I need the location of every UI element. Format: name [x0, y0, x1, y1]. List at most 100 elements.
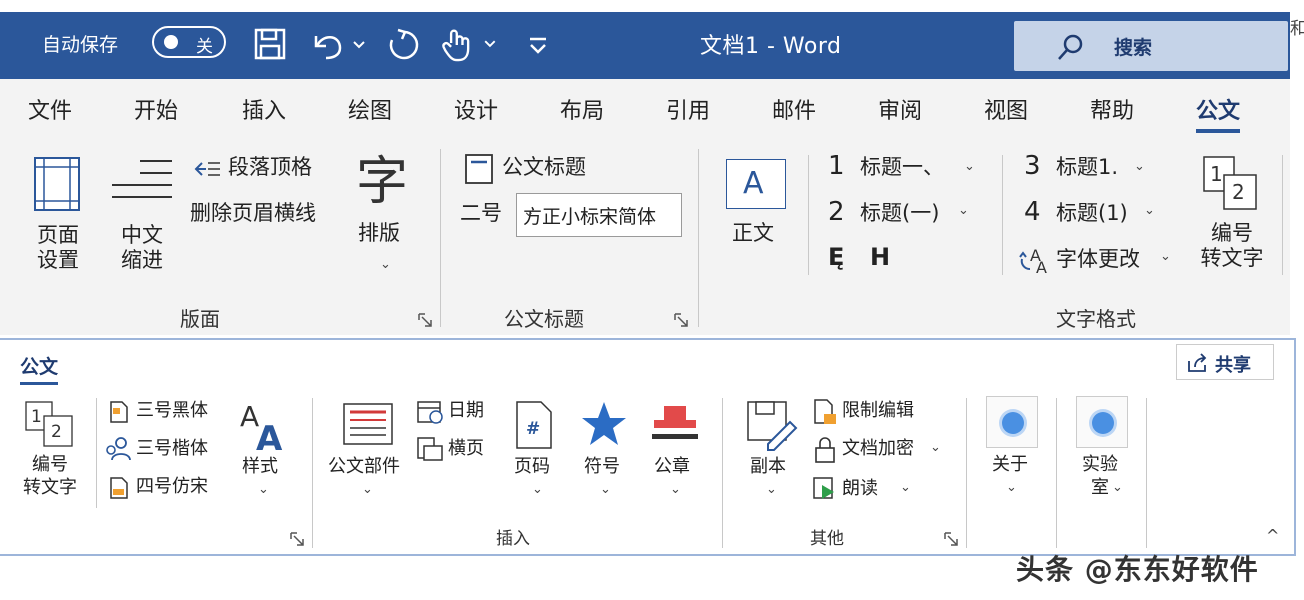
read-aloud-button[interactable]: 朗读 [842, 478, 878, 501]
group-separator [698, 149, 699, 327]
page-setup-icon[interactable] [32, 155, 82, 213]
font-change-dropdown-icon[interactable]: ⌄ [1160, 249, 1171, 264]
document-icon [110, 401, 128, 423]
typeset-icon[interactable]: 字 [356, 151, 408, 213]
about-button[interactable]: 关于 [992, 454, 1028, 477]
tab-layout[interactable]: 布局 [560, 93, 604, 125]
group-separator [312, 398, 313, 548]
number-to-text-button[interactable]: 编号 转文字 [1190, 221, 1274, 271]
doc-parts-icon[interactable] [342, 402, 394, 446]
read-aloud-dropdown-icon[interactable]: ⌄ [900, 480, 911, 495]
undo-icon[interactable] [310, 26, 366, 62]
tab-gongwen-secondary[interactable]: 公文 [20, 352, 59, 385]
heading4-dropdown-icon[interactable]: ⌄ [1144, 203, 1155, 218]
search-box[interactable]: 搜索 [1014, 21, 1288, 71]
seal-icon[interactable] [650, 402, 700, 446]
page-setup-label-1: 页面 [37, 223, 79, 247]
save-icon[interactable] [252, 26, 288, 62]
paragraph-top-button[interactable]: 段落顶格 [228, 155, 312, 180]
seal-button[interactable]: 公章 [654, 456, 690, 479]
title-font-select[interactable]: 方正小标宋简体 ⌄ [516, 193, 682, 237]
heading3-button[interactable]: 标题1. [1056, 155, 1118, 180]
lab-label-1: 实验 [1082, 454, 1118, 475]
touch-mode-icon[interactable] [440, 26, 502, 62]
about-icon[interactable] [986, 396, 1038, 448]
number-to-text-icon[interactable]: 1 2 [1202, 155, 1260, 213]
tab-draw[interactable]: 绘图 [348, 93, 392, 125]
symbol-dropdown-icon[interactable]: ⌄ [600, 482, 611, 497]
tab-mailings[interactable]: 邮件 [772, 93, 816, 125]
copy-document-icon[interactable] [744, 398, 798, 452]
font-fang-button[interactable]: 四号仿宋 [136, 476, 208, 499]
customize-qat-icon[interactable] [524, 26, 552, 62]
group-separator [808, 155, 809, 275]
title-launcher-icon[interactable] [674, 313, 688, 327]
copy-dropdown-icon[interactable]: ⌄ [766, 482, 777, 497]
tab-view[interactable]: 视图 [984, 93, 1028, 125]
heading2-dropdown-icon[interactable]: ⌄ [958, 203, 969, 218]
date-button[interactable]: 日期 [448, 400, 484, 423]
heading2-button[interactable]: 标题(一) [860, 201, 939, 226]
copy-button[interactable]: 副本 [750, 456, 786, 479]
landscape-button[interactable]: 横页 [448, 438, 484, 461]
typeset-button[interactable]: 排版 [358, 221, 400, 246]
typeset-dropdown-icon[interactable]: ⌄ [380, 257, 391, 272]
font-hei-button[interactable]: 三号黑体 [136, 400, 208, 423]
lab-dropdown-icon[interactable]: ⌄ [1112, 480, 1123, 495]
h-mark-button[interactable]: H [870, 243, 890, 272]
font-kai-button[interactable]: 三号楷体 [136, 438, 208, 461]
page-setup-button[interactable]: 页面 设置 [26, 223, 90, 273]
symbol-button[interactable]: 符号 [584, 456, 620, 479]
tab-review[interactable]: 审阅 [878, 93, 922, 125]
style-launcher-icon[interactable] [290, 532, 304, 546]
tab-references[interactable]: 引用 [666, 93, 710, 125]
share-button[interactable]: 共享 [1176, 344, 1274, 380]
style-button[interactable]: 样式 [242, 456, 278, 479]
seal-dropdown-icon[interactable]: ⌄ [670, 482, 681, 497]
style-dropdown-icon[interactable]: ⌄ [258, 482, 269, 497]
doc-title-button[interactable]: 公文标题 [502, 155, 586, 180]
e-mark-button[interactable]: Ę [828, 243, 844, 272]
heading3-dropdown-icon[interactable]: ⌄ [1134, 159, 1145, 174]
tab-file[interactable]: 文件 [28, 93, 72, 125]
lab-icon[interactable] [1076, 396, 1128, 448]
autosave-toggle[interactable]: 关 [152, 26, 226, 58]
group-label-doc-title: 公文标题 [504, 307, 584, 331]
font-change-button[interactable]: 字体更改 [1056, 247, 1140, 272]
heading1-button[interactable]: 标题一、 [860, 155, 944, 180]
chinese-indent-icon[interactable] [110, 157, 174, 209]
redo-icon[interactable] [384, 26, 424, 62]
share-icon [1188, 353, 1207, 372]
doc-parts-dropdown-icon[interactable]: ⌄ [362, 482, 373, 497]
tab-design[interactable]: 设计 [454, 93, 498, 125]
chinese-indent-button[interactable]: 中文 缩进 [110, 223, 174, 273]
style-icon[interactable]: A A [238, 398, 290, 454]
number-to-text-icon[interactable]: 1 2 [24, 400, 76, 450]
group-separator [1002, 155, 1003, 275]
page-number-button[interactable]: 页码 [514, 456, 550, 479]
doc-parts-button[interactable]: 公文部件 [328, 456, 400, 479]
number-to-text-button[interactable]: 编号 转文字 [14, 454, 86, 499]
page-number-dropdown-icon[interactable]: ⌄ [532, 482, 543, 497]
heading4-button[interactable]: 标题(1) [1056, 201, 1128, 226]
body-style-button[interactable]: 正文 [732, 221, 774, 246]
tab-insert[interactable]: 插入 [242, 93, 286, 125]
about-dropdown-icon[interactable]: ⌄ [1006, 480, 1017, 495]
encrypt-dropdown-icon[interactable]: ⌄ [930, 440, 941, 455]
collapse-ribbon-icon[interactable]: ^ [1266, 526, 1279, 545]
other-launcher-icon[interactable] [944, 532, 958, 546]
group-separator [440, 149, 441, 327]
search-icon [1058, 34, 1083, 60]
tab-help[interactable]: 帮助 [1090, 93, 1134, 125]
heading1-dropdown-icon[interactable]: ⌄ [964, 159, 975, 174]
body-style-icon[interactable]: A [726, 159, 786, 209]
remove-header-line-button[interactable]: 删除页眉横线 [190, 201, 316, 226]
tab-gongwen[interactable]: 公文 [1196, 93, 1241, 133]
restrict-edit-button[interactable]: 限制编辑 [842, 400, 914, 423]
tab-home[interactable]: 开始 [134, 93, 178, 125]
encrypt-button[interactable]: 文档加密 [842, 438, 914, 461]
star-icon[interactable] [580, 400, 628, 448]
layout-launcher-icon[interactable] [418, 313, 432, 327]
page-number-icon[interactable]: # [514, 400, 554, 450]
heading4-number: 4 [1024, 197, 1041, 227]
